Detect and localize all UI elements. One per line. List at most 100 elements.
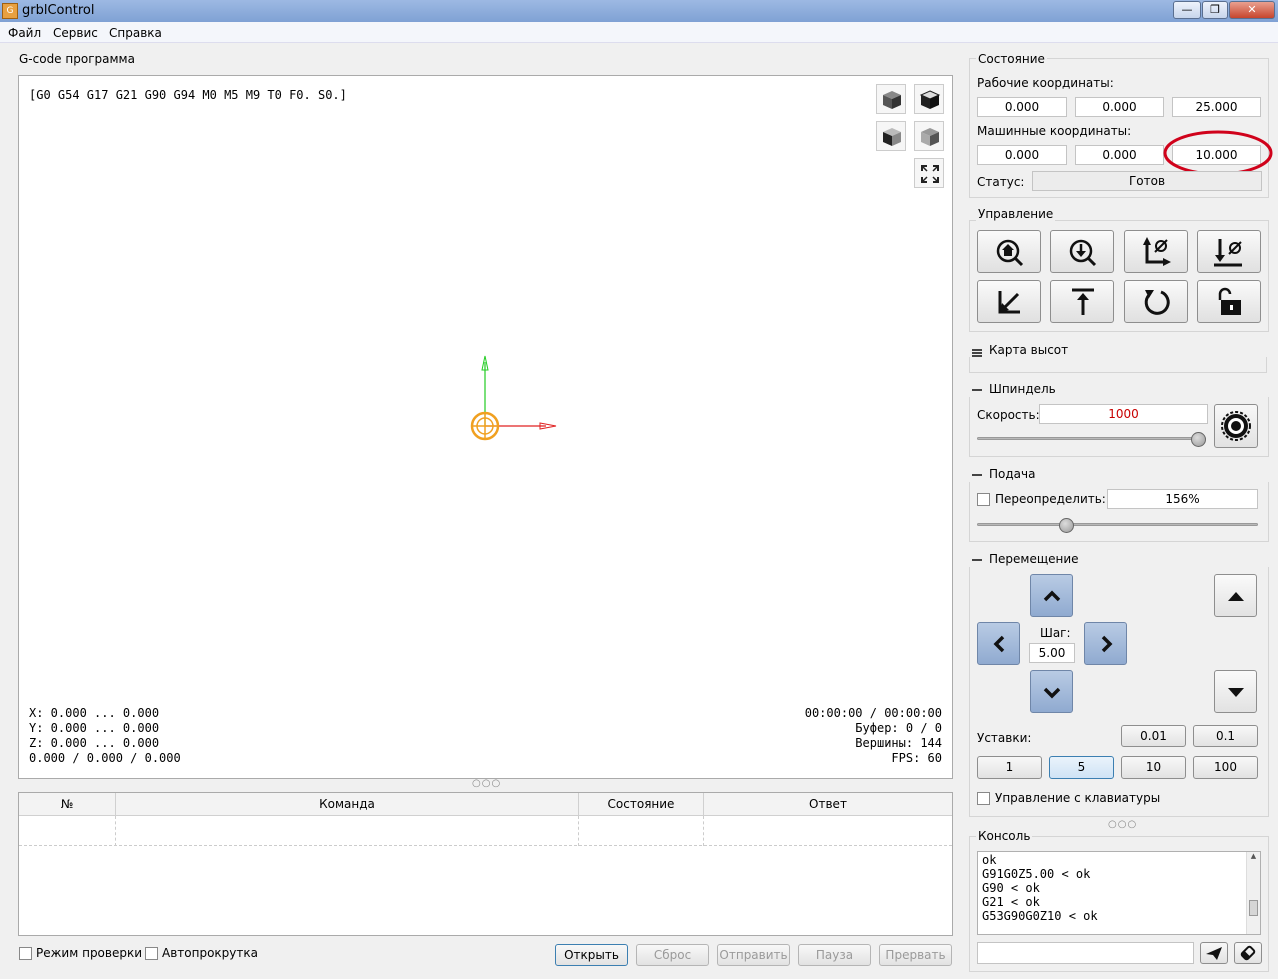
open-button[interactable]: Открыть: [555, 944, 628, 966]
view-top-button[interactable]: [914, 84, 944, 114]
home-button[interactable]: [977, 230, 1041, 273]
maximize-button[interactable]: ❐: [1202, 1, 1228, 19]
fps-counter: FPS: 60: [891, 751, 942, 765]
send-icon: [1206, 947, 1222, 960]
splitter-handle[interactable]: ○○○: [472, 778, 501, 789]
jog-z-minus-button[interactable]: [1214, 670, 1257, 713]
reset-button[interactable]: Сброс: [636, 944, 709, 966]
keyboard-control-checkbox[interactable]: [977, 792, 990, 805]
col-number-header[interactable]: №: [19, 793, 116, 816]
triangle-up-icon: [1228, 592, 1244, 601]
title-bar: [0, 0, 1278, 22]
vertices-count: Вершины: 144: [855, 736, 942, 750]
spindle-title[interactable]: Шпиндель: [987, 382, 1058, 396]
window-title: grblControl: [22, 3, 95, 18]
preset-5-button[interactable]: 5: [1049, 756, 1114, 779]
console-line: G90 < ok: [982, 881, 1040, 895]
app-icon: G: [2, 3, 18, 19]
probe-z-button[interactable]: [1050, 230, 1114, 273]
feed-override-checkbox[interactable]: [977, 493, 990, 506]
jog-step-label: Шаг:: [1040, 626, 1071, 640]
spindle-toggle-button[interactable]: [1214, 404, 1258, 448]
unlock-button[interactable]: [1197, 280, 1261, 323]
menu-help[interactable]: Справка: [109, 26, 162, 40]
preset-0-1-button[interactable]: 0.1: [1193, 725, 1258, 747]
jog-y-minus-button[interactable]: [1030, 670, 1073, 713]
buffer-status: Буфер: 0 / 0: [855, 721, 942, 735]
fit-view-button[interactable]: [914, 158, 944, 188]
spindle-collapse-icon[interactable]: [972, 389, 982, 391]
console-command-input[interactable]: [977, 942, 1194, 964]
autoscroll-checkbox[interactable]: [145, 947, 158, 960]
feed-collapse-icon[interactable]: [972, 474, 982, 476]
chevron-right-icon: [1101, 635, 1113, 653]
jog-presets-label: Уставки:: [977, 731, 1032, 745]
pause-button[interactable]: Пауза: [798, 944, 871, 966]
bounds-z: Z: 0.000 ... 0.000: [29, 736, 160, 750]
close-button[interactable]: ✕: [1229, 1, 1275, 19]
reset-icon: [1144, 290, 1170, 315]
col-state-header[interactable]: Состояние: [579, 793, 704, 816]
jog-y-plus-button[interactable]: [1030, 574, 1073, 617]
preset-100-button[interactable]: 100: [1193, 756, 1258, 779]
safe-position-button[interactable]: [1050, 280, 1114, 323]
feed-override-input[interactable]: 156%: [1107, 489, 1258, 509]
command-table[interactable]: № Команда Состояние Ответ: [18, 792, 953, 936]
heightmap-expand-icon[interactable]: [972, 349, 982, 357]
console-send-button[interactable]: [1200, 942, 1228, 964]
scroll-up-icon[interactable]: ▲: [1247, 852, 1260, 860]
view-left-button[interactable]: [876, 121, 906, 151]
preset-1-button[interactable]: 1: [977, 756, 1042, 779]
return-xy-icon: [998, 291, 1020, 314]
jog-title[interactable]: Перемещение: [987, 552, 1081, 566]
cube-left-icon: [883, 128, 901, 146]
unlock-icon: [1218, 287, 1241, 315]
spindle-speed-input[interactable]: 1000: [1039, 404, 1208, 424]
zero-z-icon: [1214, 239, 1242, 267]
jog-step-input[interactable]: 5.00: [1029, 643, 1075, 663]
jog-x-plus-button[interactable]: [1084, 622, 1127, 665]
send-button[interactable]: Отправить: [717, 944, 790, 966]
col-response-header[interactable]: Ответ: [704, 793, 952, 816]
zero-z-button[interactable]: [1197, 230, 1261, 273]
console-line: ok: [982, 853, 997, 867]
return-xy-button[interactable]: [977, 280, 1041, 323]
view-iso-button[interactable]: [914, 121, 944, 151]
check-mode-checkbox[interactable]: [19, 947, 32, 960]
menu-service[interactable]: Сервис: [53, 26, 98, 40]
state-group-title: Состояние: [976, 52, 1047, 66]
console-scrollbar[interactable]: ▲: [1246, 852, 1260, 934]
zero-xy-button[interactable]: [1124, 230, 1188, 273]
keyboard-control-label: Управление с клавиатуры: [995, 791, 1161, 805]
jog-collapse-icon[interactable]: [972, 559, 982, 561]
reset-controller-button[interactable]: [1124, 280, 1188, 323]
abort-button[interactable]: Прервать: [879, 944, 952, 966]
console-scroll-thumb[interactable]: [1249, 900, 1258, 916]
work-coords-label: Рабочие координаты:: [977, 76, 1114, 90]
feed-slider-track[interactable]: [977, 523, 1258, 526]
console-output[interactable]: ok G91G0Z5.00 < ok G90 < ok G21 < ok G53…: [977, 851, 1261, 935]
minimize-button[interactable]: —: [1173, 1, 1201, 19]
jog-x-minus-button[interactable]: [977, 622, 1020, 665]
heightmap-title[interactable]: Карта высот: [987, 343, 1071, 357]
console-clear-button[interactable]: [1234, 942, 1262, 964]
right-splitter-handle[interactable]: ○○○: [1108, 819, 1137, 830]
fullscreen-icon: [921, 165, 939, 183]
spindle-slider-track[interactable]: [977, 437, 1206, 440]
chevron-up-icon: [1043, 590, 1061, 602]
work-y-field: 0.000: [1075, 97, 1164, 117]
feed-title[interactable]: Подача: [987, 467, 1038, 481]
spindle-slider-knob[interactable]: [1191, 432, 1206, 447]
preset-0-01-button[interactable]: 0.01: [1121, 725, 1186, 747]
preset-10-button[interactable]: 10: [1121, 756, 1186, 779]
elapsed-time: 00:00:00 / 00:00:00: [804, 706, 942, 720]
triangle-down-icon: [1228, 688, 1244, 697]
console-line: G91G0Z5.00 < ok: [982, 867, 1091, 881]
view-front-button[interactable]: [876, 84, 906, 114]
menu-file[interactable]: Файл: [8, 26, 41, 40]
col-command-header[interactable]: Команда: [116, 793, 579, 816]
table-row[interactable]: [19, 816, 952, 846]
chevron-left-icon: [993, 635, 1005, 653]
safe-up-icon: [1072, 288, 1094, 315]
jog-z-plus-button[interactable]: [1214, 574, 1257, 617]
